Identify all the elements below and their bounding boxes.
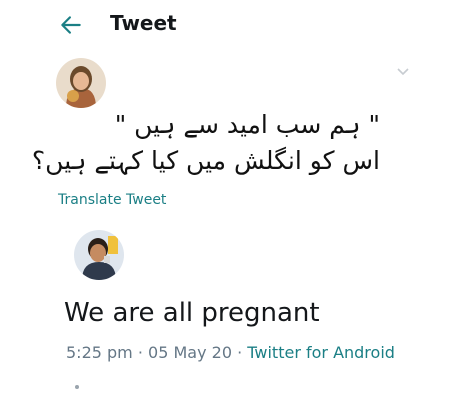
page-title: Tweet — [110, 11, 177, 35]
user-avatar-icon — [74, 230, 124, 280]
arrow-left-icon[interactable] — [58, 12, 84, 38]
tweet-text-line-2: اس کو انگلش میں کیا کہتے ہیں؟ — [31, 146, 380, 175]
tweet-text-line-1: " ہم سب امید سے ہیں " — [114, 110, 380, 139]
tweet-time: 5:25 pm — [66, 343, 133, 362]
tweet-meta: 5:25 pm · 05 May 20 · Twitter for Androi… — [66, 343, 395, 362]
reply-author-avatar[interactable] — [74, 230, 124, 280]
top-bar: Tweet — [0, 0, 450, 52]
tweet-date: 05 May 20 — [148, 343, 232, 362]
reply-text: We are all pregnant — [64, 298, 320, 328]
tweet-source-link[interactable]: Twitter for Android — [247, 343, 395, 362]
chevron-down-icon[interactable] — [396, 66, 410, 76]
user-avatar-icon — [56, 58, 106, 108]
translate-tweet-link[interactable]: Translate Tweet — [58, 192, 166, 208]
meta-separator: · — [132, 343, 149, 362]
author-avatar[interactable] — [56, 58, 106, 108]
meta-separator: · — [232, 343, 248, 362]
divider-dot — [75, 385, 79, 389]
